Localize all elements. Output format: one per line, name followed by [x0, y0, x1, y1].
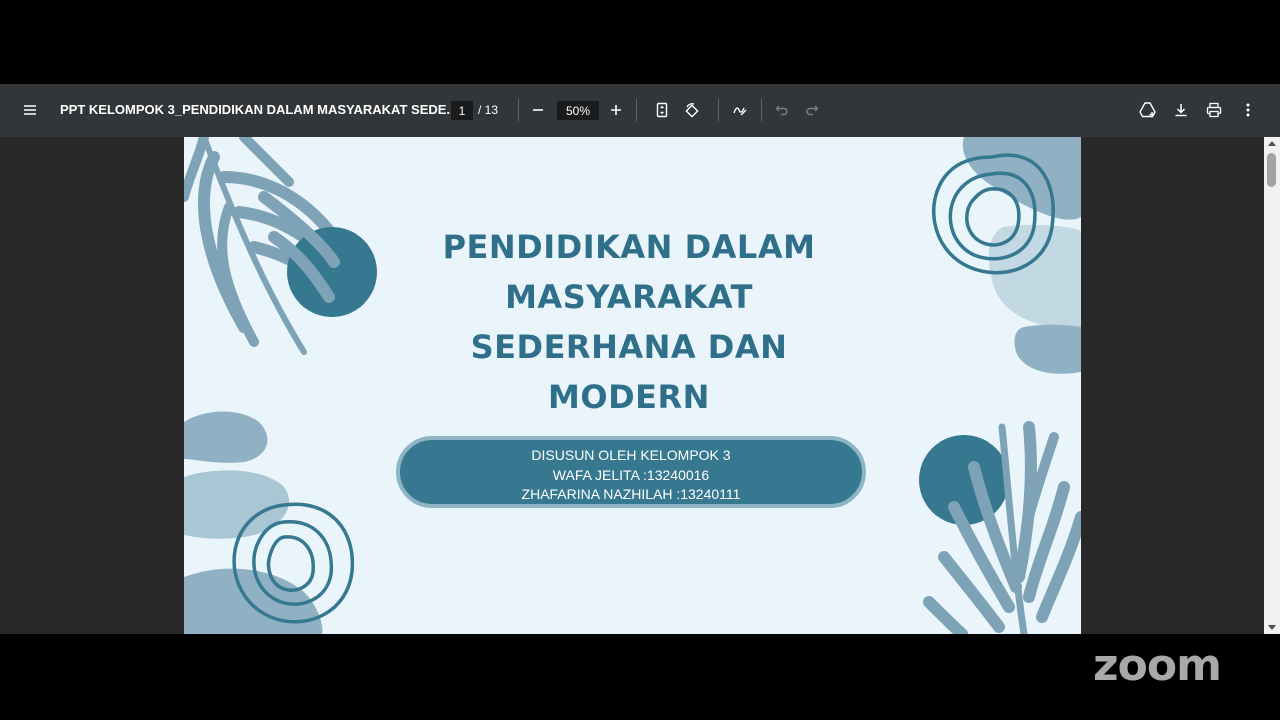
slide-title-line: SEDERHANA DAN — [470, 328, 788, 366]
zoom-out-icon[interactable] — [523, 95, 553, 125]
zoom-in-icon[interactable] — [601, 95, 631, 125]
slide-title: PENDIDIKAN DALAM MASYARAKAT SEDERHANA DA… — [424, 222, 834, 422]
authors-info-box: DISUSUN OLEH KELOMPOK 3 WAFA JELITA :132… — [396, 436, 866, 508]
teal-circle-bottom-right — [919, 435, 1009, 525]
more-options-icon[interactable] — [1233, 95, 1263, 125]
annotate-icon[interactable] — [725, 95, 755, 125]
vertical-scrollbar[interactable] — [1264, 137, 1280, 634]
slide-title-line: PENDIDIKAN DALAM — [442, 228, 816, 266]
scrollbar-thumb[interactable] — [1267, 153, 1276, 187]
toolbar-divider — [761, 99, 762, 121]
page-total: / 13 — [478, 103, 499, 117]
blob-right-mid — [1014, 324, 1081, 374]
slide-title-line: MASYARAKAT — [505, 278, 753, 316]
pdf-toolbar: PPT KELOMPOK 3_PENDIDIKAN DALAM MASYARAK… — [0, 84, 1280, 137]
scroll-up-arrow-icon[interactable] — [1268, 141, 1276, 146]
toolbar-divider — [518, 99, 519, 121]
download-icon[interactable] — [1166, 95, 1196, 125]
pdf-viewer[interactable]: PENDIDIKAN DALAM MASYARAKAT SEDERHANA DA… — [0, 137, 1280, 634]
scroll-down-arrow-icon[interactable] — [1268, 625, 1276, 630]
save-to-drive-icon[interactable] — [1133, 95, 1163, 125]
authors-info-line: WAFA JELITA :13240016 — [552, 466, 710, 483]
toolbar-divider — [636, 99, 637, 121]
zoom-watermark-logo: zoom — [1093, 640, 1222, 691]
teal-circle-top-left — [287, 227, 377, 317]
blob-bottom-left-deep — [184, 568, 323, 634]
redo-icon[interactable] — [797, 95, 827, 125]
blob-bottom-left — [184, 411, 268, 463]
authors-info-line: DISUSUN OLEH KELOMPOK 3 — [531, 447, 731, 463]
print-icon[interactable] — [1199, 95, 1229, 125]
undo-icon[interactable] — [767, 95, 797, 125]
zoom-level-input[interactable]: 50% — [557, 101, 599, 120]
page-number-input[interactable]: 1 — [451, 101, 473, 120]
document-title: PPT KELOMPOK 3_PENDIDIKAN DALAM MASYARAK… — [60, 102, 458, 117]
fit-page-icon[interactable] — [647, 95, 677, 125]
rotate-icon[interactable] — [677, 95, 707, 125]
slide-page: PENDIDIKAN DALAM MASYARAKAT SEDERHANA DA… — [184, 137, 1081, 634]
authors-info-line: ZHAFARINA NAZHILAH :13240111 — [521, 486, 741, 502]
slide-title-line: MODERN — [548, 378, 710, 416]
blob-right-soft — [988, 224, 1081, 328]
toolbar-divider — [718, 99, 719, 121]
blob-bottom-left-soft — [184, 470, 290, 539]
hamburger-menu-icon[interactable] — [15, 95, 45, 125]
